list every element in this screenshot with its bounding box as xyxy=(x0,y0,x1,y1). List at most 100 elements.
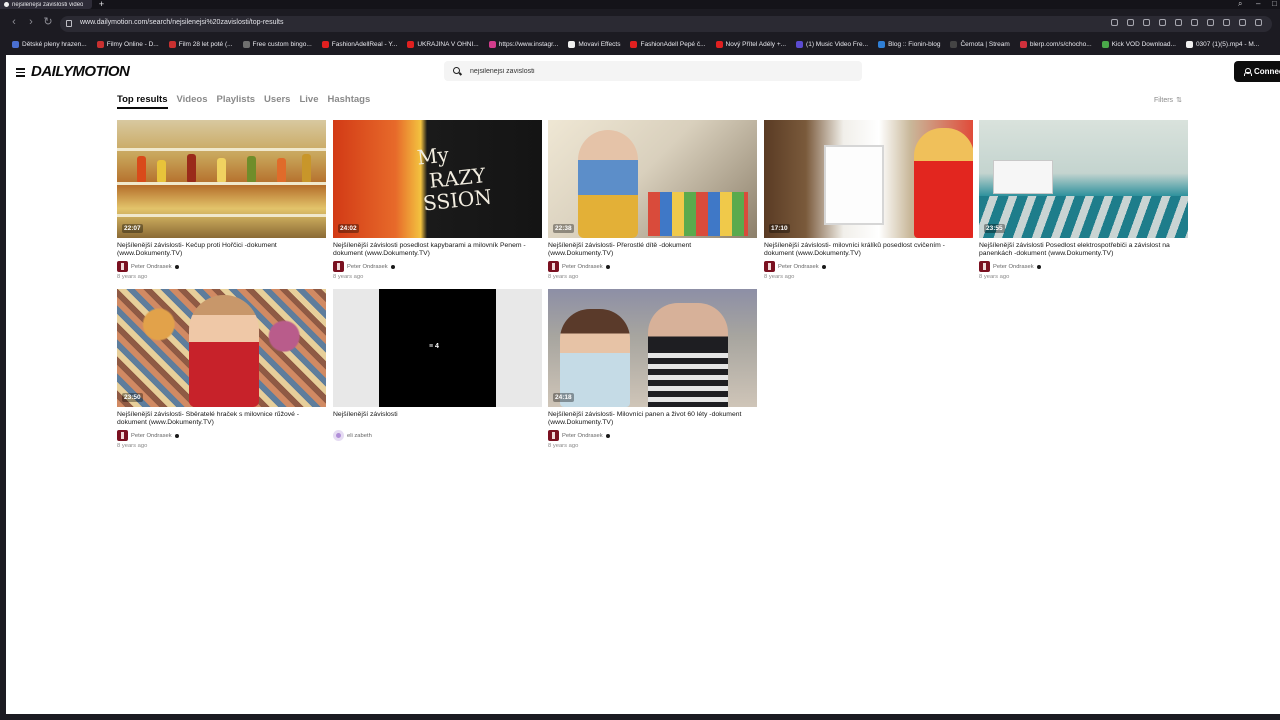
bookmark-item[interactable]: https://www.instagr... xyxy=(488,41,558,48)
channel-avatar[interactable] xyxy=(333,430,344,441)
duration-badge: 23:50 xyxy=(122,393,143,402)
channel-name[interactable]: Peter Ondrasek xyxy=(562,433,603,439)
channel-name[interactable]: eli zabeth xyxy=(347,433,372,439)
channel-name[interactable]: Peter Ondrasek xyxy=(131,433,172,439)
video-title[interactable]: Nejšílenější závislosti posedlost kapyba… xyxy=(333,242,542,258)
channel-avatar[interactable] xyxy=(117,261,128,272)
bookmark-item[interactable]: blerp.com/s/chocho... xyxy=(1019,41,1092,48)
playlist-thumbnail[interactable]: ≡ 4 xyxy=(333,289,542,407)
channel-name[interactable]: Peter Ondrasek xyxy=(993,264,1034,270)
tab-playlists[interactable]: Playlists xyxy=(216,94,255,109)
tab-users[interactable]: Users xyxy=(264,94,290,109)
tab-top-results[interactable]: Top results xyxy=(117,94,168,109)
back-icon[interactable]: ‹ xyxy=(8,16,20,28)
forward-icon[interactable]: › xyxy=(25,16,37,28)
channel-avatar[interactable] xyxy=(548,430,559,441)
bookmark-item[interactable]: FashionAdell Pepé č... xyxy=(630,41,706,48)
search-box[interactable] xyxy=(444,61,862,81)
extension-icon[interactable] xyxy=(1143,19,1150,26)
video-title[interactable]: Nejšílenější závislosti- Přerostlé dítě … xyxy=(548,242,757,258)
new-tab-icon[interactable]: + xyxy=(97,0,106,9)
browser-tab[interactable]: nejsilenejsi zavislosti video xyxy=(0,0,92,9)
channel-avatar[interactable] xyxy=(117,430,128,441)
bookmark-favicon-icon xyxy=(12,41,19,48)
channel-avatar[interactable] xyxy=(333,261,344,272)
channel-avatar[interactable] xyxy=(764,261,775,272)
play-icon[interactable] xyxy=(1191,19,1198,26)
bookmark-item[interactable]: Film 28 let poté (... xyxy=(168,41,233,48)
connect-label: Connect xyxy=(1254,67,1280,76)
reload-icon[interactable]: ↻ xyxy=(42,16,54,28)
video-thumbnail[interactable]: 22:07 xyxy=(117,120,326,238)
filters-button[interactable]: Filters ⇅ xyxy=(1154,96,1182,105)
bookmark-item[interactable]: Černota | Stream xyxy=(950,41,1010,48)
video-title[interactable]: Nejšílenější závislosti- Sběratelé hrače… xyxy=(117,411,326,427)
video-thumbnail[interactable]: 17:10 xyxy=(764,120,973,238)
bookmark-favicon-icon xyxy=(242,41,250,48)
shield-icon[interactable] xyxy=(1223,19,1230,26)
video-thumbnail[interactable]: 23:50 xyxy=(117,289,326,407)
bookmark-item[interactable]: Kick VOD Download... xyxy=(1101,41,1176,48)
bookmark-favicon-icon xyxy=(1185,41,1193,48)
tab-hashtags[interactable]: Hashtags xyxy=(327,94,370,109)
video-card[interactable]: 24:18 Nejšílenější závislosti- Milovníci… xyxy=(548,289,757,449)
channel-name[interactable]: Peter Ondrasek xyxy=(347,264,388,270)
bookmark-item[interactable]: Filmy Online - D... xyxy=(96,41,159,48)
channel-name[interactable]: Peter Ondrasek xyxy=(562,264,603,270)
search-tabs-icon[interactable]: ⌕ xyxy=(1238,0,1242,8)
upload-age: 8 years ago xyxy=(548,274,579,280)
bookmark-item[interactable]: Blog :: Fionin-blog xyxy=(878,41,940,48)
menu-icon[interactable] xyxy=(1239,19,1246,26)
download-icon[interactable] xyxy=(1175,19,1182,26)
camera-icon[interactable] xyxy=(1127,19,1134,26)
url-text[interactable]: www.dailymotion.com/search/nejsilenejsi%… xyxy=(80,19,283,26)
address-bar[interactable]: www.dailymotion.com/search/nejsilenejsi%… xyxy=(60,16,1272,32)
bookmark-item[interactable]: UKRAJINA V OHNI... xyxy=(407,41,479,48)
bookmark-favicon-icon xyxy=(878,41,886,48)
bookmark-item[interactable]: FashionAdellReal - Y... xyxy=(321,41,397,48)
video-title[interactable]: Nejšílenější závislosti- milovníci králí… xyxy=(764,242,973,258)
channel-name[interactable]: Peter Ondrasek xyxy=(778,264,819,270)
channel-avatar[interactable] xyxy=(979,261,990,272)
bookmark-item[interactable]: Movavi Effects xyxy=(568,41,620,48)
bookmark-item[interactable]: 0307 (1)(5).mp4 - M... xyxy=(1185,41,1260,48)
bookmark-favicon-icon xyxy=(630,41,638,48)
playlist-card[interactable]: ≡ 4 Nejšílenější závislosti eli zabeth xyxy=(333,289,542,441)
profile-icon[interactable] xyxy=(1255,19,1262,26)
settings-icon[interactable] xyxy=(1159,19,1166,26)
tab-live[interactable]: Live xyxy=(299,94,318,109)
search-input[interactable] xyxy=(470,61,850,81)
video-title[interactable]: Nejšílenější závislosti- Kečup proti Hoř… xyxy=(117,242,326,258)
channel-avatar[interactable] xyxy=(548,261,559,272)
minimize-icon[interactable]: – xyxy=(1256,0,1260,8)
video-title[interactable]: Nejšílenější závislosti- Milovníci panen… xyxy=(548,411,757,427)
video-card[interactable]: 22:07 Nejšílenější závislosti- Kečup pro… xyxy=(117,120,326,280)
video-card[interactable]: 17:10 Nejšílenější závislosti- milovníci… xyxy=(764,120,973,280)
playlist-icon: ≡ xyxy=(429,343,434,350)
tab-videos[interactable]: Videos xyxy=(177,94,208,109)
maximize-icon[interactable]: □ xyxy=(1272,0,1277,8)
video-title[interactable]: Nejšílenější závislosti Posedlost elektr… xyxy=(979,242,1188,258)
video-thumbnail[interactable]: 24:18 xyxy=(548,289,757,407)
bookmark-label: 0307 (1)(5).mp4 - M... xyxy=(1195,41,1260,48)
playlist-title[interactable]: Nejšílenější závislosti xyxy=(333,411,542,427)
bookmark-item[interactable]: Nový Přítel Adély +... xyxy=(715,41,786,48)
video-card[interactable]: 23:55 Nejšílenější závislosti Posedlost … xyxy=(979,120,1188,280)
heart-icon[interactable] xyxy=(1207,19,1214,26)
dailymotion-page: DAILYMOTION Connect Top results Videos P… xyxy=(6,55,1280,714)
video-card[interactable]: My RAZY SSION 24:02 Nejšílenější závislo… xyxy=(333,120,542,280)
dailymotion-favicon-icon xyxy=(4,2,9,7)
bookmark-item[interactable]: Free custom bingo... xyxy=(242,41,312,48)
hamburger-menu-icon[interactable] xyxy=(16,68,25,77)
video-thumbnail[interactable]: My RAZY SSION 24:02 xyxy=(333,120,542,238)
video-card[interactable]: 23:50 Nejšílenější závislosti- Sběratelé… xyxy=(117,289,326,449)
channel-name[interactable]: Peter Ondrasek xyxy=(131,264,172,270)
edit-icon[interactable] xyxy=(1111,19,1118,26)
bookmark-item[interactable]: Dětské pleny hrazen... xyxy=(12,41,87,48)
video-thumbnail[interactable]: 22:38 xyxy=(548,120,757,238)
video-card[interactable]: 22:38 Nejšílenější závislosti- Přerostlé… xyxy=(548,120,757,280)
connect-button[interactable]: Connect xyxy=(1234,61,1280,82)
bookmark-item[interactable]: (1) Music Video Fre... xyxy=(796,41,868,48)
dailymotion-logo[interactable]: DAILYMOTION xyxy=(31,63,130,80)
video-thumbnail[interactable]: 23:55 xyxy=(979,120,1188,238)
